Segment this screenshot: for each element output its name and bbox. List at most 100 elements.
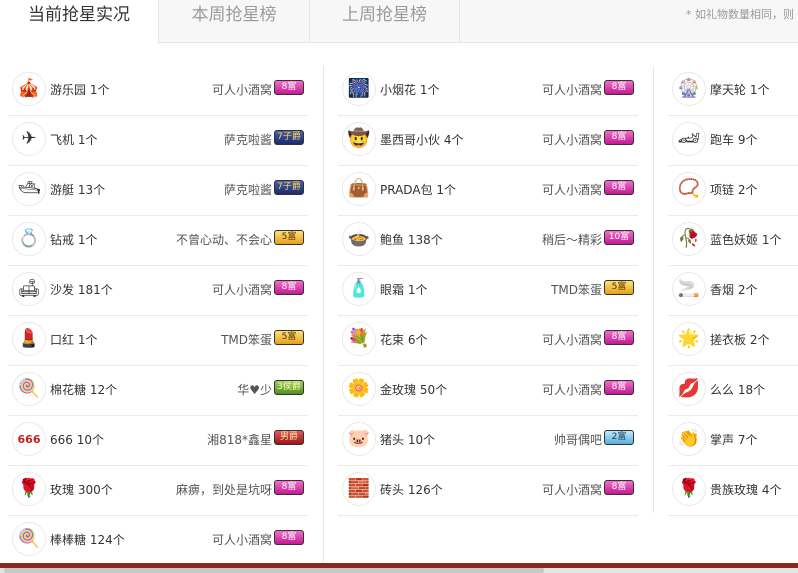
sender-name[interactable]: 萨克啦酱	[224, 131, 272, 148]
rank-badge: 5富	[604, 280, 634, 295]
gift-name: 蓝色妖姬 1个	[710, 233, 782, 247]
gift-name: 小烟花 1个	[380, 83, 440, 97]
gift-row: 🍭 棒棒糖 124个 可人小酒窝 8富	[8, 516, 308, 566]
lollipop-icon: 🍭	[12, 522, 46, 556]
gift-row: 🐷 猪头 10个 帅哥偶吧 2富	[338, 416, 638, 466]
sender-name[interactable]: 可人小酒窝	[542, 381, 602, 398]
sports-car-icon: 🏎	[672, 122, 706, 156]
blue-rose-icon: 🥀	[672, 222, 706, 256]
rank-badge: 5富	[274, 230, 304, 245]
cotton-candy-icon: 🍭	[12, 372, 46, 406]
gift-row: 🛋 沙发 181个 可人小酒窝 8富	[8, 266, 308, 316]
scrollbar-thumb[interactable]	[4, 568, 544, 573]
tab-this-week[interactable]: 本周抢星榜	[159, 0, 310, 43]
gold-rose-icon: 🌼	[342, 372, 376, 406]
lipstick-icon: 💄	[12, 322, 46, 356]
sender-name[interactable]: 湘818*鑫星	[207, 431, 272, 448]
handbag-icon: 👜	[342, 172, 376, 206]
gift-row: 🧴 眼霜 1个 TMD笨蛋 5富	[338, 266, 638, 316]
airplane-icon: ✈	[12, 122, 46, 156]
gift-name: 飞机 1个	[50, 133, 98, 147]
bouquet-icon: 💐	[342, 322, 376, 356]
rank-badge: 8富	[604, 80, 634, 95]
gift-row: 🍭 棉花糖 12个 华♥少 3侯爵	[8, 366, 308, 416]
gift-name: 鲍鱼 138个	[380, 233, 443, 247]
sender-name[interactable]: 可人小酒窝	[542, 81, 602, 98]
tab-current[interactable]: 当前抢星实况	[0, 0, 159, 44]
gift-name: 钻戒 1个	[50, 233, 98, 247]
rank-badge: 8富	[274, 480, 304, 495]
sender-name[interactable]: 华♥少	[237, 381, 272, 398]
gift-name: 砖头 126个	[380, 483, 443, 497]
sender-name[interactable]: 可人小酒窝	[212, 531, 272, 548]
sender-name[interactable]: 可人小酒窝	[212, 281, 272, 298]
rose-icon: 🌹	[12, 472, 46, 506]
gift-name: 项链 2个	[710, 183, 758, 197]
gift-name: PRADA包 1个	[380, 183, 456, 197]
gift-name: 搓衣板 2个	[710, 333, 770, 347]
rank-badge: 8富	[604, 130, 634, 145]
gift-name: 掌声 7个	[710, 433, 758, 447]
diamond-ring-icon: 💍	[12, 222, 46, 256]
gift-row: 💄 口红 1个 TMD笨蛋 5富	[8, 316, 308, 366]
sender-name[interactable]: 不曾心动、不会心	[176, 231, 272, 248]
sender-name[interactable]: 可人小酒窝	[542, 481, 602, 498]
ferris-wheel-icon: 🎡	[672, 72, 706, 106]
sender-name[interactable]: 可人小酒窝	[542, 181, 602, 198]
gift-name: 666 10个	[50, 433, 104, 447]
rank-badge: 5富	[274, 330, 304, 345]
gift-row: 666 666 10个 湘818*鑫星 男爵	[8, 416, 308, 466]
gift-row: 🛥 游艇 13个 萨克啦酱 7子爵	[8, 166, 308, 216]
sender-name[interactable]: TMD笨蛋	[551, 281, 602, 298]
sender-name[interactable]: 萨克啦酱	[224, 181, 272, 198]
gift-row: 🚬 香烟 2个	[668, 266, 798, 316]
rank-badge: 3侯爵	[274, 380, 304, 395]
gift-row: 🎪 游乐园 1个 可人小酒窝 8富	[8, 66, 308, 116]
gift-name: 游艇 13个	[50, 183, 106, 197]
sender-name[interactable]: 可人小酒窝	[542, 331, 602, 348]
gift-name: 花束 6个	[380, 333, 428, 347]
gift-name: 墨西哥小伙 4个	[380, 133, 464, 147]
ranking-note: * 如礼物数量相同，则	[686, 8, 794, 21]
sender-name[interactable]: 可人小酒窝	[212, 81, 272, 98]
sender-name[interactable]: 麻痹，到处是坑呀	[176, 481, 272, 498]
sender-name[interactable]: TMD笨蛋	[221, 331, 272, 348]
sender-name[interactable]: 稍后～精彩	[542, 231, 602, 248]
gift-row: 🌹 贵族玫瑰 4个	[668, 466, 798, 516]
gift-row: 👜 PRADA包 1个 可人小酒窝 8富	[338, 166, 638, 216]
gift-row: 👏 掌声 7个	[668, 416, 798, 466]
column-divider	[653, 66, 654, 513]
666-icon: 666	[12, 422, 46, 456]
fireworks-icon: 🎆	[342, 72, 376, 106]
gift-row: 🌟 搓衣板 2个	[668, 316, 798, 366]
rank-badge: 7子爵	[274, 180, 304, 195]
column-divider	[323, 66, 324, 563]
rank-badge: 8富	[604, 180, 634, 195]
tab-bar: 当前抢星实况 本周抢星榜 上周抢星榜 * 如礼物数量相同，则	[0, 0, 798, 44]
rank-badge: 8富	[604, 480, 634, 495]
rank-badge: 男爵	[274, 430, 304, 445]
tab-last-week[interactable]: 上周抢星榜	[310, 0, 460, 43]
gift-name: 眼霜 1个	[380, 283, 428, 297]
rank-badge: 7子爵	[274, 130, 304, 145]
gift-name: 游乐园 1个	[50, 83, 110, 97]
cigarette-icon: 🚬	[672, 272, 706, 306]
gift-name: 么么 18个	[710, 383, 766, 397]
rank-badge: 8富	[274, 280, 304, 295]
sender-name[interactable]: 帅哥偶吧	[554, 431, 602, 448]
gift-row: 🎡 摩天轮 1个	[668, 66, 798, 116]
gift-name: 玫瑰 300个	[50, 483, 113, 497]
eye-cream-icon: 🧴	[342, 272, 376, 306]
noble-rose-icon: 🌹	[672, 472, 706, 506]
sender-name[interactable]: 可人小酒窝	[542, 131, 602, 148]
horizontal-scrollbar[interactable]	[0, 568, 798, 573]
amusement-park-icon: 🎪	[12, 72, 46, 106]
gift-column-1: 🎪 游乐园 1个 可人小酒窝 8富 ✈ 飞机 1个 萨克啦酱 7子爵 🛥 游艇 13个 萨克啦酱 7子…	[8, 66, 308, 566]
washboard-icon: 🌟	[672, 322, 706, 356]
brick-icon: 🧱	[342, 472, 376, 506]
yacht-icon: 🛥	[12, 172, 46, 206]
gift-row: 🎆 小烟花 1个 可人小酒窝 8富	[338, 66, 638, 116]
gift-name: 口红 1个	[50, 333, 98, 347]
gift-name: 猪头 10个	[380, 433, 436, 447]
rank-badge: 2富	[604, 430, 634, 445]
